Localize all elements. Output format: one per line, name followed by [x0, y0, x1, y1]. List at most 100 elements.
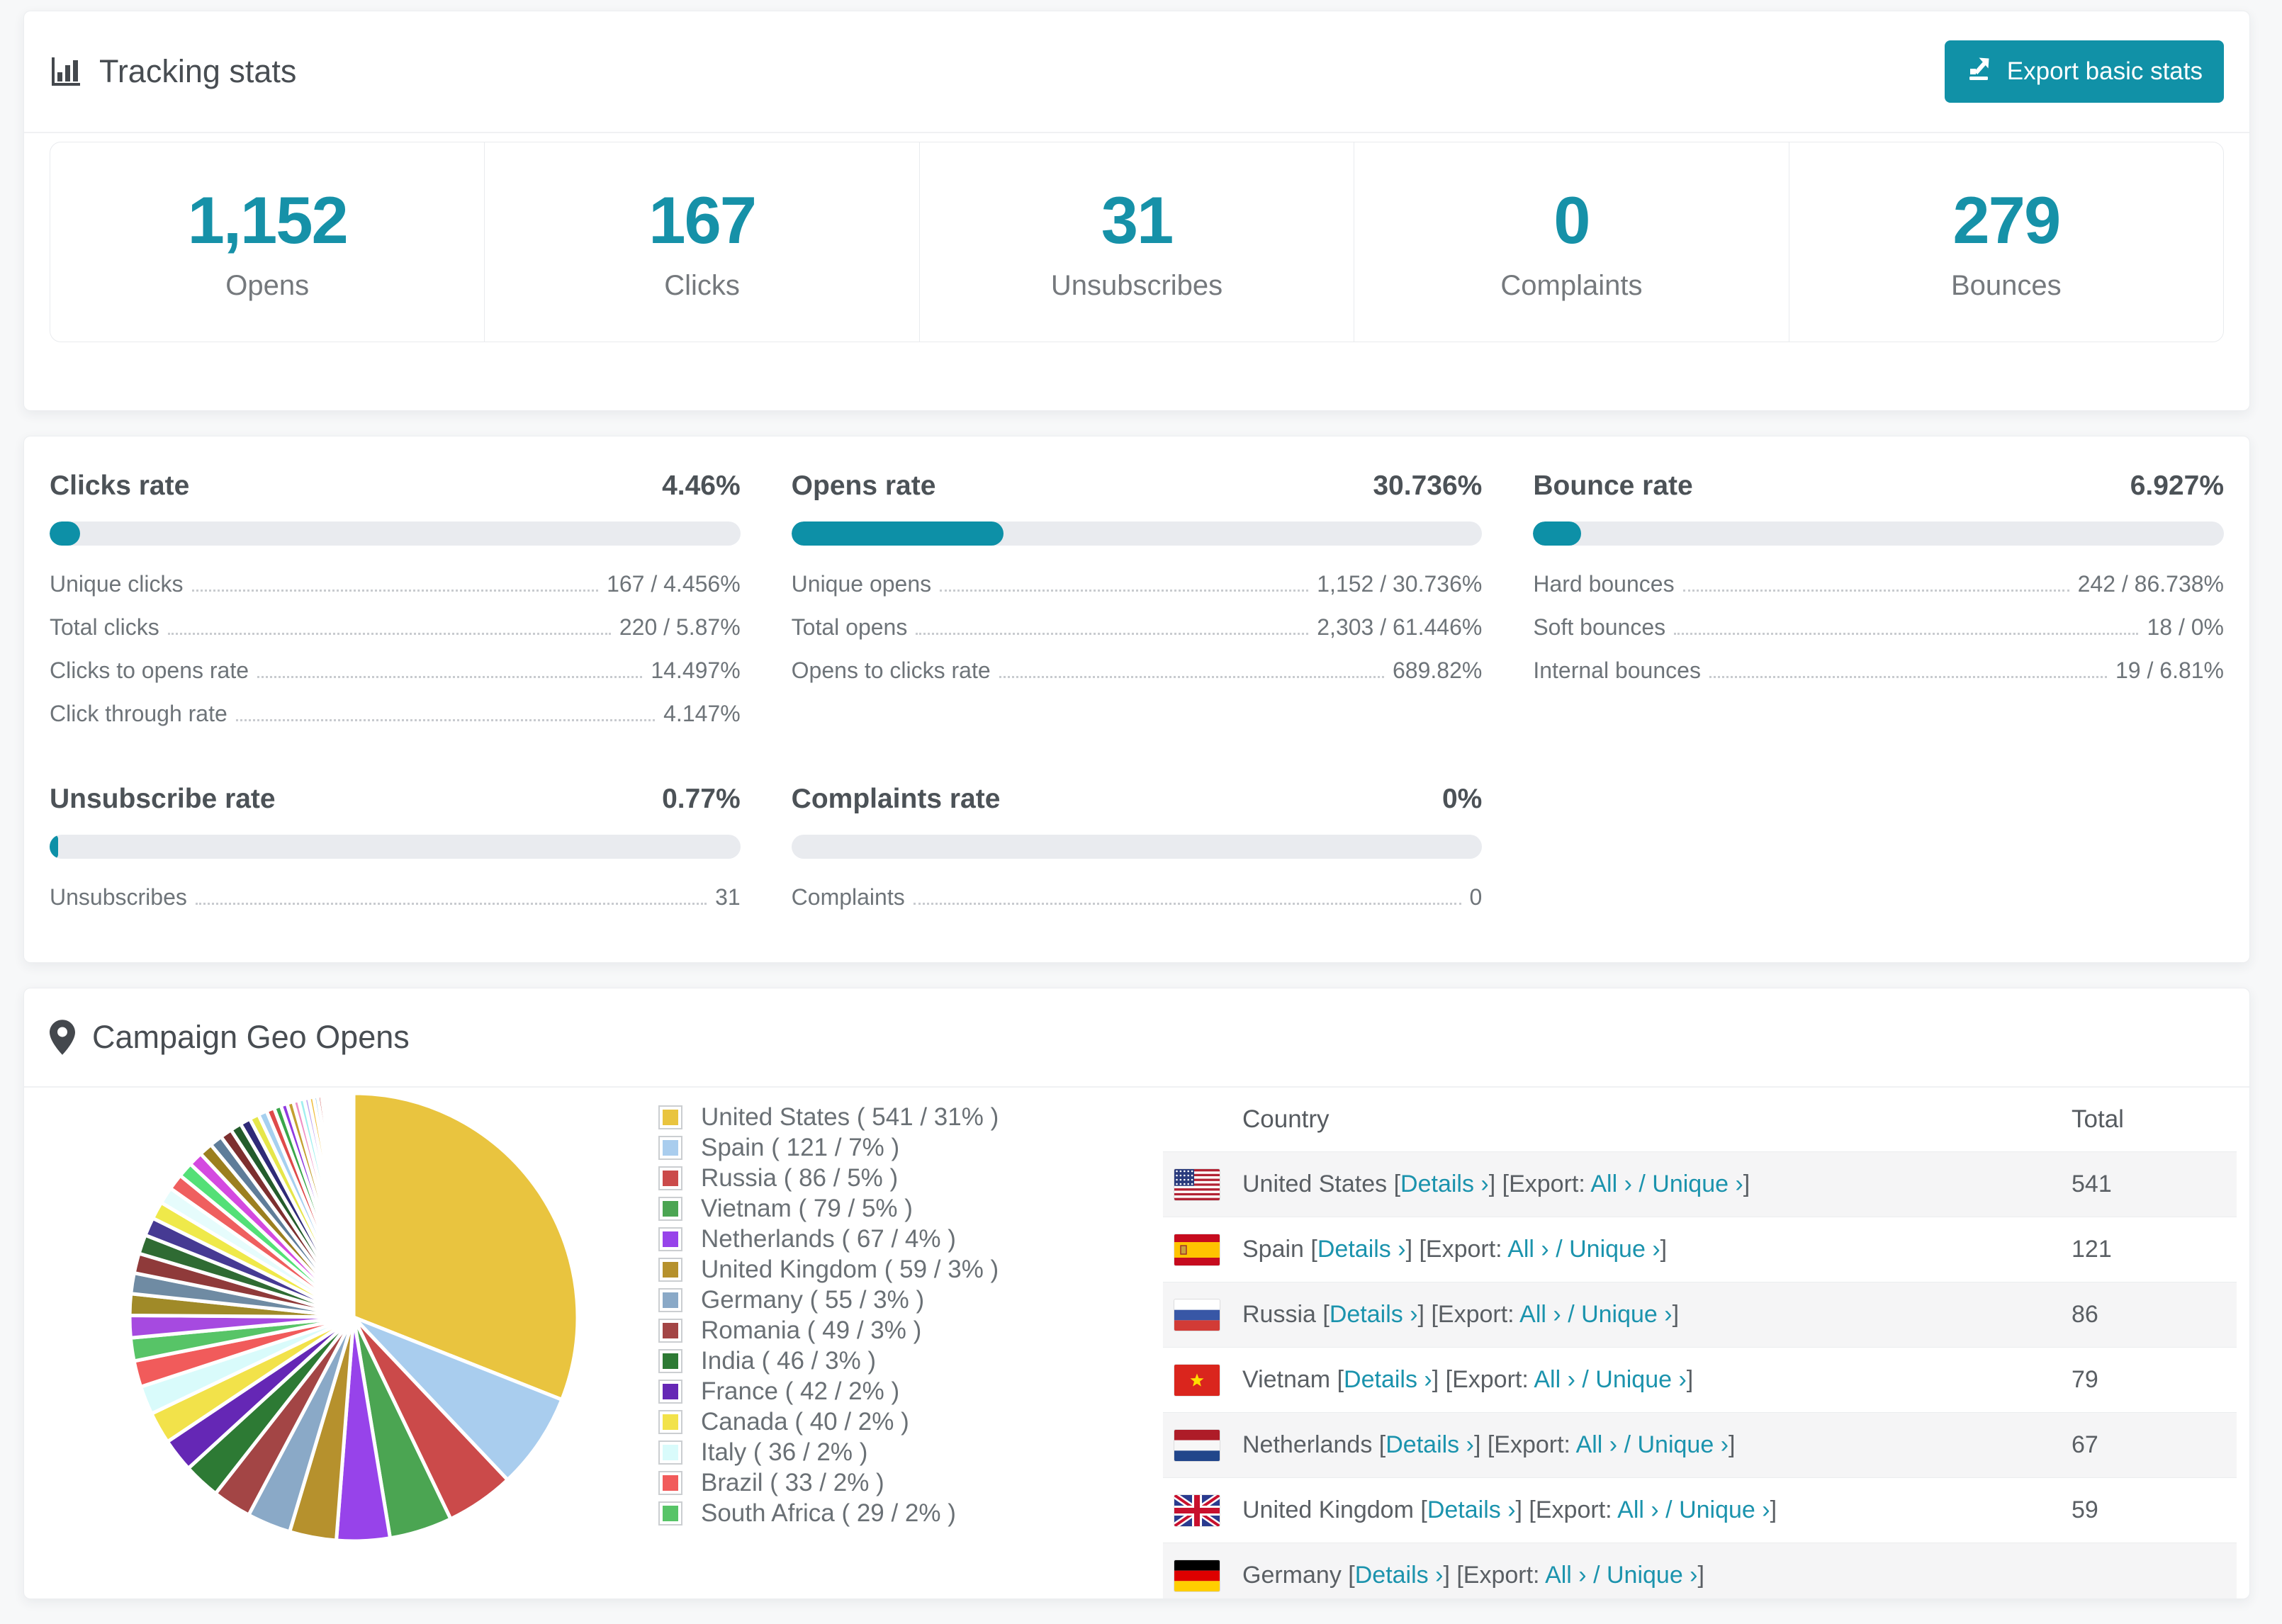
summary-stats-box: 1,152 Opens 167 Clicks 31 Unsubscribes 0 Compla…: [50, 142, 2224, 342]
country-cell-text: Spain [Details ›] [Export: All › / Uniqu…: [1242, 1236, 1668, 1263]
legend-item: Spain ( 121 / 7% ): [658, 1132, 999, 1163]
legend-label: United States ( 541 / 31% ): [701, 1103, 999, 1131]
rate-progress-track: [791, 521, 1483, 546]
stat-cell-clicks: 167 Clicks: [485, 142, 920, 342]
rate-item-label: Soft bounces: [1533, 614, 1666, 640]
table-row: Russia [Details ›] [Export: All › / Uniq…: [1163, 1282, 2237, 1347]
rates-grid: Clicks rate 4.46% Unique clicks 167 / 4.456…: [24, 436, 2249, 927]
details-link[interactable]: Details ›: [1344, 1366, 1432, 1393]
geo-country-table: Country Total United States [Details ›] …: [1163, 1088, 2237, 1598]
total-cell: 79: [2072, 1366, 2098, 1393]
rate-item-value: 31: [715, 884, 741, 910]
rate-item: Hard bounces 242 / 86.738%: [1533, 571, 2224, 597]
rate-item: Soft bounces 18 / 0%: [1533, 614, 2224, 640]
country-cell: United States [Details ›] [Export: All ›…: [1163, 1168, 2072, 1200]
export-all-link[interactable]: All ›: [1617, 1496, 1659, 1523]
unique-link[interactable]: Unique ›: [1607, 1562, 1698, 1589]
export-all-link[interactable]: All ›: [1519, 1301, 1561, 1328]
legend-swatch: [658, 1501, 682, 1526]
rate-progress-track: [50, 521, 741, 546]
legend-item: South Africa ( 29 / 2% ): [658, 1498, 999, 1528]
country-cell-text: United States [Details ›] [Export: All ›…: [1242, 1171, 1750, 1197]
rate-panel-head: Complaints rate 0%: [792, 784, 1483, 815]
tracking-card-title-text: Tracking stats: [99, 53, 297, 89]
rate-progress-track: [50, 835, 741, 859]
rate-item-value: 4.147%: [663, 701, 741, 726]
export-icon: [1966, 55, 1994, 89]
legend-swatch: [658, 1379, 682, 1404]
export-separator: /: [1582, 1366, 1589, 1393]
country-cell-text: Netherlands [Details ›] [Export: All › /…: [1242, 1431, 1736, 1458]
geo-legend: United States ( 541 / 31% ) Spain ( 121 /…: [658, 1102, 999, 1528]
details-link[interactable]: Details ›: [1317, 1236, 1406, 1263]
country-cell-text: Vietnam [Details ›] [Export: All › / Uni…: [1242, 1366, 1694, 1393]
country-cell-text: United Kingdom [Details ›] [Export: All …: [1242, 1496, 1777, 1523]
legend-swatch: [658, 1318, 682, 1343]
stat-label: Unsubscribes: [1050, 270, 1223, 301]
rate-panel-head: Unsubscribe rate 0.77%: [50, 784, 741, 815]
rate-items: Unsubscribes 31: [50, 884, 741, 910]
table-row: United States [Details ›] [Export: All ›…: [1163, 1151, 2237, 1217]
de-flag-icon: [1174, 1560, 1220, 1591]
details-link[interactable]: Details ›: [1330, 1301, 1418, 1328]
unique-link[interactable]: Unique ›: [1652, 1171, 1743, 1197]
country-cell: Germany [Details ›] [Export: All › / Uni…: [1163, 1560, 2072, 1591]
unique-link[interactable]: Unique ›: [1679, 1496, 1770, 1523]
details-link[interactable]: Details ›: [1386, 1431, 1474, 1458]
country-cell: Spain [Details ›] [Export: All › / Uniqu…: [1163, 1234, 2072, 1265]
geo-content: United States ( 541 / 31% ) Spain ( 121 /…: [24, 1088, 2249, 1598]
rate-item-label: Hard bounces: [1533, 571, 1675, 597]
table-row: Spain [Details ›] [Export: All › / Uniqu…: [1163, 1217, 2237, 1282]
total-column-header: Total: [2072, 1105, 2124, 1133]
export-all-link[interactable]: All ›: [1534, 1366, 1575, 1393]
unique-link[interactable]: Unique ›: [1595, 1366, 1687, 1393]
geo-card-title: Campaign Geo Opens: [50, 1019, 410, 1056]
rate-item-label: Total clicks: [50, 614, 159, 640]
stat-cell-unsubscribes: 31 Unsubscribes: [920, 142, 1355, 342]
details-link[interactable]: Details ›: [1427, 1496, 1516, 1523]
dotted-leader: [235, 719, 656, 721]
export-all-link[interactable]: All ›: [1507, 1236, 1549, 1263]
legend-label: South Africa ( 29 / 2% ): [701, 1499, 956, 1527]
rate-item-label: Clicks to opens rate: [50, 658, 249, 683]
tracking-card-header: Tracking stats Export basic stats: [24, 11, 2249, 133]
tracking-stats-card: Tracking stats Export basic stats 1,152 O…: [23, 11, 2250, 411]
legend-swatch: [658, 1440, 682, 1465]
rate-item: Opens to clicks rate 689.82%: [792, 658, 1483, 683]
rate-progress-fill: [50, 835, 58, 859]
stat-value: 31: [1101, 183, 1174, 257]
rate-items: Complaints 0: [792, 884, 1483, 910]
legend-swatch: [658, 1135, 682, 1160]
unique-link[interactable]: Unique ›: [1638, 1431, 1729, 1458]
unique-link[interactable]: Unique ›: [1569, 1236, 1660, 1263]
export-separator: /: [1639, 1171, 1646, 1197]
export-all-link[interactable]: All ›: [1590, 1171, 1632, 1197]
export-all-link[interactable]: All ›: [1576, 1431, 1618, 1458]
country-name: Russia: [1242, 1301, 1316, 1328]
rate-item-value: 0: [1469, 884, 1483, 910]
rate-progress-track: [791, 835, 1483, 859]
legend-label: Romania ( 49 / 3% ): [701, 1316, 922, 1344]
legend-label: India ( 46 / 3% ): [701, 1346, 877, 1375]
legend-item: United States ( 541 / 31% ): [658, 1102, 999, 1132]
rate-panel-opens-rate: Opens rate 30.736% Unique opens 1,152 / 30.…: [791, 470, 1483, 744]
rate-items: Hard bounces 242 / 86.738% Soft bounces 18 …: [1533, 571, 2224, 683]
export-separator: /: [1665, 1496, 1673, 1523]
rate-item-label: Complaints: [791, 884, 905, 910]
country-name: Germany: [1242, 1562, 1342, 1589]
export-basic-stats-button[interactable]: Export basic stats: [1944, 40, 2224, 103]
details-link[interactable]: Details ›: [1400, 1171, 1489, 1197]
country-column-header: Country: [1242, 1105, 1330, 1133]
legend-label: United Kingdom ( 59 / 3% ): [701, 1255, 999, 1283]
details-link[interactable]: Details ›: [1355, 1562, 1444, 1589]
legend-item: Vietnam ( 79 / 5% ): [658, 1193, 999, 1224]
export-all-link[interactable]: All ›: [1545, 1562, 1587, 1589]
legend-label: Russia ( 86 / 5% ): [701, 1163, 899, 1192]
rate-item-value: 14.497%: [651, 658, 741, 683]
unique-link[interactable]: Unique ›: [1581, 1301, 1673, 1328]
stat-label: Bounces: [1950, 270, 2062, 301]
legend-label: Germany ( 55 / 3% ): [701, 1285, 925, 1314]
stat-cell-complaints: 0 Complaints: [1354, 142, 1789, 342]
stat-label: Opens: [225, 270, 310, 301]
rate-value: 6.927%: [2130, 470, 2224, 501]
